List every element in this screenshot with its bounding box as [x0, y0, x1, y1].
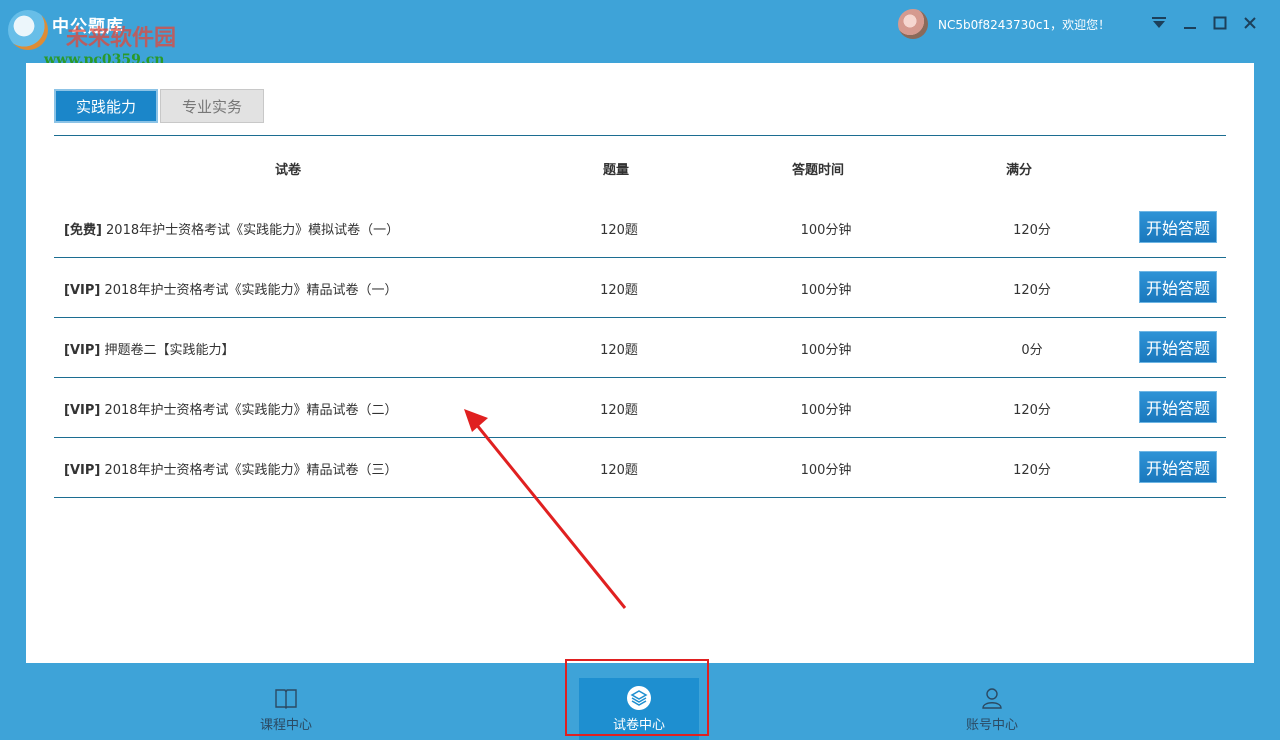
app-logo: 中公题库 未来软件园 www.pc0359.cn [6, 6, 196, 68]
paper-tag: [VIP] [64, 403, 101, 418]
paper-title: 2018年护士资格考试《实践能力》模拟试卷（一） [106, 223, 400, 238]
start-exam-button[interactable]: 开始答题 [1139, 391, 1217, 423]
question-count: 120题 [600, 283, 638, 298]
answer-time: 100分钟 [800, 283, 852, 298]
divider [54, 135, 1226, 136]
book-icon [275, 689, 297, 709]
nav-course-center[interactable]: 课程中心 [226, 678, 346, 740]
paper-name: [VIP] 押题卷二【实践能力】 [64, 339, 234, 358]
minimize-icon[interactable] [1179, 12, 1201, 34]
close-icon[interactable] [1239, 12, 1261, 34]
question-count: 120题 [600, 463, 638, 478]
table-header: 试卷 题量 答题时间 满分 [54, 153, 1226, 183]
question-count: 120题 [600, 223, 638, 238]
layers-icon [627, 686, 651, 710]
watermark-text: 未来软件园 [66, 25, 177, 51]
paper-title: 押题卷二【实践能力】 [104, 343, 235, 358]
maximize-icon[interactable] [1209, 12, 1231, 34]
table-row: [VIP] 2018年护士资格考试《实践能力》精品试卷（三） 120题 100分… [54, 437, 1226, 498]
start-exam-button[interactable]: 开始答题 [1139, 211, 1217, 243]
column-header-paper: 试卷 [274, 163, 302, 178]
answer-time: 100分钟 [800, 463, 852, 478]
answer-time: 100分钟 [800, 343, 852, 358]
paper-tag: [免费] [64, 223, 102, 238]
paper-name: [VIP] 2018年护士资格考试《实践能力》精品试卷（三） [64, 459, 398, 478]
column-header-score: 满分 [1005, 163, 1033, 178]
answer-time: 100分钟 [800, 403, 852, 418]
nav-exam-center[interactable]: 试卷中心 [579, 678, 699, 740]
table-row: [VIP] 押题卷二【实践能力】 120题 100分钟 0分 开始答题 [54, 317, 1226, 378]
paper-tag: [VIP] [64, 343, 101, 358]
nav-label: 账号中心 [965, 718, 1018, 733]
question-count: 120题 [600, 403, 638, 418]
paper-tag: [VIP] [64, 283, 101, 298]
paper-title: 2018年护士资格考试《实践能力》精品试卷（三） [104, 463, 398, 478]
title-bar: 中公题库 未来软件园 www.pc0359.cn NC5b0f8243730c1… [0, 0, 1280, 68]
table-row: [VIP] 2018年护士资格考试《实践能力》精品试卷（一） 120题 100分… [54, 257, 1226, 318]
paper-name: [免费] 2018年护士资格考试《实践能力》模拟试卷（一） [64, 219, 399, 238]
dropdown-menu-icon[interactable] [1148, 12, 1170, 34]
nav-account-center[interactable]: 账号中心 [932, 678, 1052, 740]
paper-name: [VIP] 2018年护士资格考试《实践能力》精品试卷（一） [64, 279, 398, 298]
paper-title: 2018年护士资格考试《实践能力》精品试卷（二） [104, 403, 398, 418]
bottom-nav: 课程中心 试卷中心 账号中心 [0, 678, 1280, 740]
column-header-count: 题量 [602, 163, 630, 178]
full-score: 120分 [1013, 223, 1051, 238]
table-row: [VIP] 2018年护士资格考试《实践能力》精品试卷（二） 120题 100分… [54, 377, 1226, 438]
start-exam-button[interactable]: 开始答题 [1139, 331, 1217, 363]
start-exam-button[interactable]: 开始答题 [1139, 451, 1217, 483]
question-count: 120题 [600, 343, 638, 358]
full-score: 120分 [1013, 403, 1051, 418]
logo-icon [8, 10, 48, 50]
table-row: [免费] 2018年护士资格考试《实践能力》模拟试卷（一） 120题 100分钟… [54, 197, 1226, 258]
tab-practice-ability[interactable]: 实践能力 [54, 89, 158, 123]
answer-time: 100分钟 [800, 223, 852, 238]
paper-name: [VIP] 2018年护士资格考试《实践能力》精品试卷（二） [64, 399, 398, 418]
user-icon [982, 688, 1002, 709]
avatar[interactable] [898, 9, 928, 39]
category-tabs: 实践能力 专业实务 [54, 89, 264, 123]
full-score: 120分 [1013, 283, 1051, 298]
user-info[interactable]: NC5b0f8243730c1，欢迎您！ [898, 9, 1110, 39]
main-panel: 实践能力 专业实务 试卷 题量 答题时间 满分 [免费] 2018年护士资格考试… [26, 63, 1254, 663]
column-header-time: 答题时间 [791, 163, 845, 178]
nav-label: 课程中心 [259, 718, 312, 733]
tab-professional-practice[interactable]: 专业实务 [160, 89, 264, 123]
paper-tag: [VIP] [64, 463, 101, 478]
nav-label: 试卷中心 [612, 718, 665, 733]
start-exam-button[interactable]: 开始答题 [1139, 271, 1217, 303]
user-greeting: NC5b0f8243730c1，欢迎您！ [938, 17, 1111, 32]
full-score: 0分 [1021, 343, 1043, 358]
full-score: 120分 [1013, 463, 1051, 478]
paper-title: 2018年护士资格考试《实践能力》精品试卷（一） [104, 283, 398, 298]
